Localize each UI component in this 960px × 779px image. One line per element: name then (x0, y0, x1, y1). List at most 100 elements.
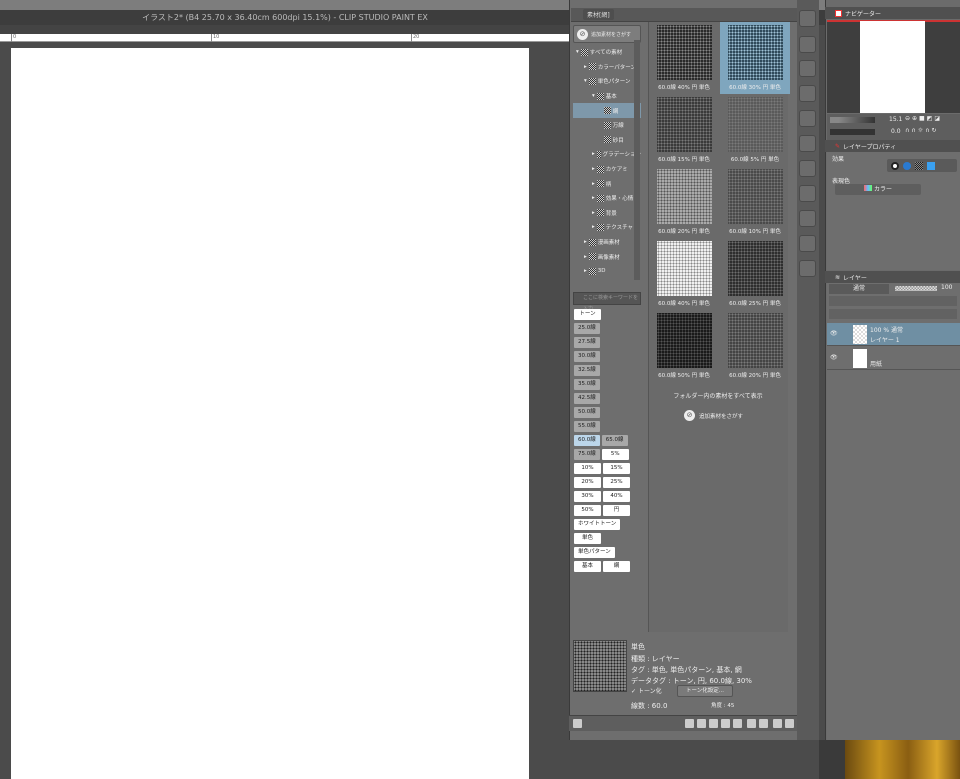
tree-item[interactable]: ▸ 漫画素材 (573, 235, 641, 250)
tag-button[interactable]: 円 (603, 505, 630, 516)
paste-icon[interactable] (747, 719, 756, 728)
expand-arrow-icon[interactable]: ▸ (592, 195, 595, 201)
tool-icon[interactable] (799, 135, 816, 152)
material-item[interactable]: 60.0線 40% 円 単色 (649, 238, 719, 310)
material-item[interactable]: 60.0線 5% 円 単色 (720, 94, 790, 166)
tree-scrollbar[interactable] (634, 40, 640, 280)
expand-arrow-icon[interactable]: ▸ (592, 151, 595, 157)
tree-item[interactable]: ▾ 基本 (573, 89, 641, 104)
eye-icon[interactable]: 👁 (830, 330, 838, 337)
tag-button[interactable]: 40% (603, 491, 630, 502)
blend-mode-select[interactable]: 通常 (829, 284, 889, 294)
show-all-link[interactable]: フォルダー内の素材をすべて表示 (648, 391, 788, 400)
tree-item[interactable]: 網 (573, 103, 641, 118)
expand-arrow-icon[interactable] (600, 108, 602, 114)
settings-icon[interactable] (773, 719, 782, 728)
tree-item[interactable]: ▸ 背景 (573, 206, 641, 221)
folder-icon[interactable] (573, 719, 582, 728)
view-grid-icon[interactable] (709, 719, 718, 728)
tool-icon[interactable] (799, 160, 816, 177)
tone-checkbox[interactable]: ✓ トーン化 (631, 686, 662, 695)
expand-arrow-icon[interactable]: ▸ (584, 239, 587, 245)
trash-icon[interactable] (785, 719, 794, 728)
expand-arrow-icon[interactable]: ▸ (584, 268, 587, 274)
expand-arrow-icon[interactable]: ▸ (592, 224, 595, 230)
tone-icon[interactable] (915, 161, 923, 170)
tab-navigator[interactable]: ナビゲーター (845, 9, 881, 18)
rotate-icons[interactable]: ∩∩☼∩↻ (905, 127, 939, 134)
tag-button[interactable]: 20% (574, 477, 601, 488)
tool-icon[interactable] (799, 235, 816, 252)
material-item[interactable]: 60.0線 10% 円 単色 (720, 166, 790, 238)
tab-material[interactable]: 素材[網] (583, 9, 614, 20)
tool-icon[interactable] (799, 85, 816, 102)
tool-icon[interactable] (799, 60, 816, 77)
expand-arrow-icon[interactable]: ▸ (584, 254, 587, 260)
tag-button[interactable]: 65.0線 (601, 435, 628, 446)
export-icon[interactable] (759, 719, 768, 728)
material-item[interactable]: 60.0線 40% 円 単色 (649, 22, 719, 94)
material-item[interactable]: 60.0線 25% 円 単色 (720, 238, 790, 310)
tool-icon[interactable] (799, 10, 816, 27)
expand-arrow-icon[interactable] (600, 137, 602, 143)
tree-item[interactable]: 万線 (573, 118, 641, 133)
expression-color-select[interactable]: カラー (835, 184, 921, 195)
tool-icon[interactable] (799, 260, 816, 277)
toggle-icon[interactable] (685, 719, 694, 728)
tag-button[interactable]: 42.5線 (574, 393, 600, 404)
tag-button[interactable]: 25.0線 (574, 323, 600, 334)
view-list-icon[interactable] (697, 719, 706, 728)
layer-commands[interactable] (829, 309, 957, 319)
expand-arrow-icon[interactable]: ▸ (584, 64, 587, 70)
tree-item[interactable]: ▸ 柄 (573, 176, 641, 191)
tree-item[interactable]: 砂目 (573, 133, 641, 148)
add-material-button[interactable]: ⊘ 追加素材をさがす (573, 25, 641, 43)
material-item[interactable]: 60.0線 20% 円 単色 (649, 166, 719, 238)
rotate-slider[interactable] (830, 129, 875, 135)
opacity-slider[interactable] (895, 286, 937, 291)
expand-arrow-icon[interactable]: ▸ (592, 210, 595, 216)
tag-button[interactable]: 27.5線 (574, 337, 600, 348)
tree-item[interactable]: ▸ 画像素材 (573, 249, 641, 264)
layer-toolbar[interactable] (829, 296, 957, 306)
eye-icon[interactable]: 👁 (830, 354, 838, 361)
tag-button[interactable]: 5% (601, 449, 629, 460)
expand-arrow-icon[interactable]: ▸ (592, 166, 595, 172)
tag-button[interactable]: 10% (574, 463, 601, 474)
tool-icon[interactable] (799, 185, 816, 202)
tag-button[interactable]: 55.0線 (574, 421, 600, 432)
tag-button[interactable]: 35.0線 (574, 379, 600, 390)
tree-item[interactable]: ▸ カケアミ (573, 162, 641, 177)
tag-search-input[interactable]: ここに検索キーワードを入力 (573, 292, 641, 312)
layer-row[interactable]: 👁 用紙 (827, 347, 960, 370)
tag-button[interactable]: 75.0線 (574, 449, 600, 460)
tag-button[interactable]: ホワイトトーン (574, 519, 621, 530)
tool-icon[interactable] (799, 210, 816, 227)
view-detail-icon[interactable] (733, 719, 742, 728)
material-item[interactable]: 60.0線 30% 円 単色 (720, 22, 790, 94)
tree-item[interactable]: ▸ グラデーション (573, 147, 641, 162)
zoom-slider[interactable] (830, 117, 875, 123)
find-more-button[interactable]: ⊘ 追加素材をさがす (684, 410, 743, 421)
tag-button[interactable]: 25% (603, 477, 630, 488)
expand-arrow-icon[interactable]: ▾ (592, 93, 595, 99)
tree-item[interactable]: ▸ 3D (573, 264, 641, 279)
tag-button[interactable]: 50.0線 (574, 407, 600, 418)
tab-layer-property[interactable]: レイヤープロパティ (843, 142, 896, 151)
border-effect-icon[interactable] (891, 161, 899, 170)
tag-button[interactable]: 単色パターン (574, 547, 615, 558)
material-item[interactable]: 60.0線 20% 円 単色 (720, 310, 790, 382)
expand-arrow-icon[interactable]: ▾ (584, 78, 587, 84)
canvas-page[interactable] (11, 48, 529, 779)
tree-item[interactable]: ▸ テクスチャ (573, 220, 641, 235)
tag-button[interactable]: 30% (574, 491, 601, 502)
tag-button[interactable]: 50% (574, 505, 601, 516)
tree-item[interactable]: ▾ 単色パターン (573, 74, 641, 89)
expand-arrow-icon[interactable] (600, 122, 602, 128)
tab-layer[interactable]: レイヤー (843, 273, 867, 282)
tag-button[interactable]: 単色 (574, 533, 601, 544)
tag-button[interactable]: 30.0線 (574, 351, 600, 362)
tree-item[interactable]: ▾ すべての素材 (573, 45, 641, 60)
tag-button[interactable]: 基本 (574, 561, 601, 572)
extract-line-icon[interactable] (903, 161, 911, 170)
